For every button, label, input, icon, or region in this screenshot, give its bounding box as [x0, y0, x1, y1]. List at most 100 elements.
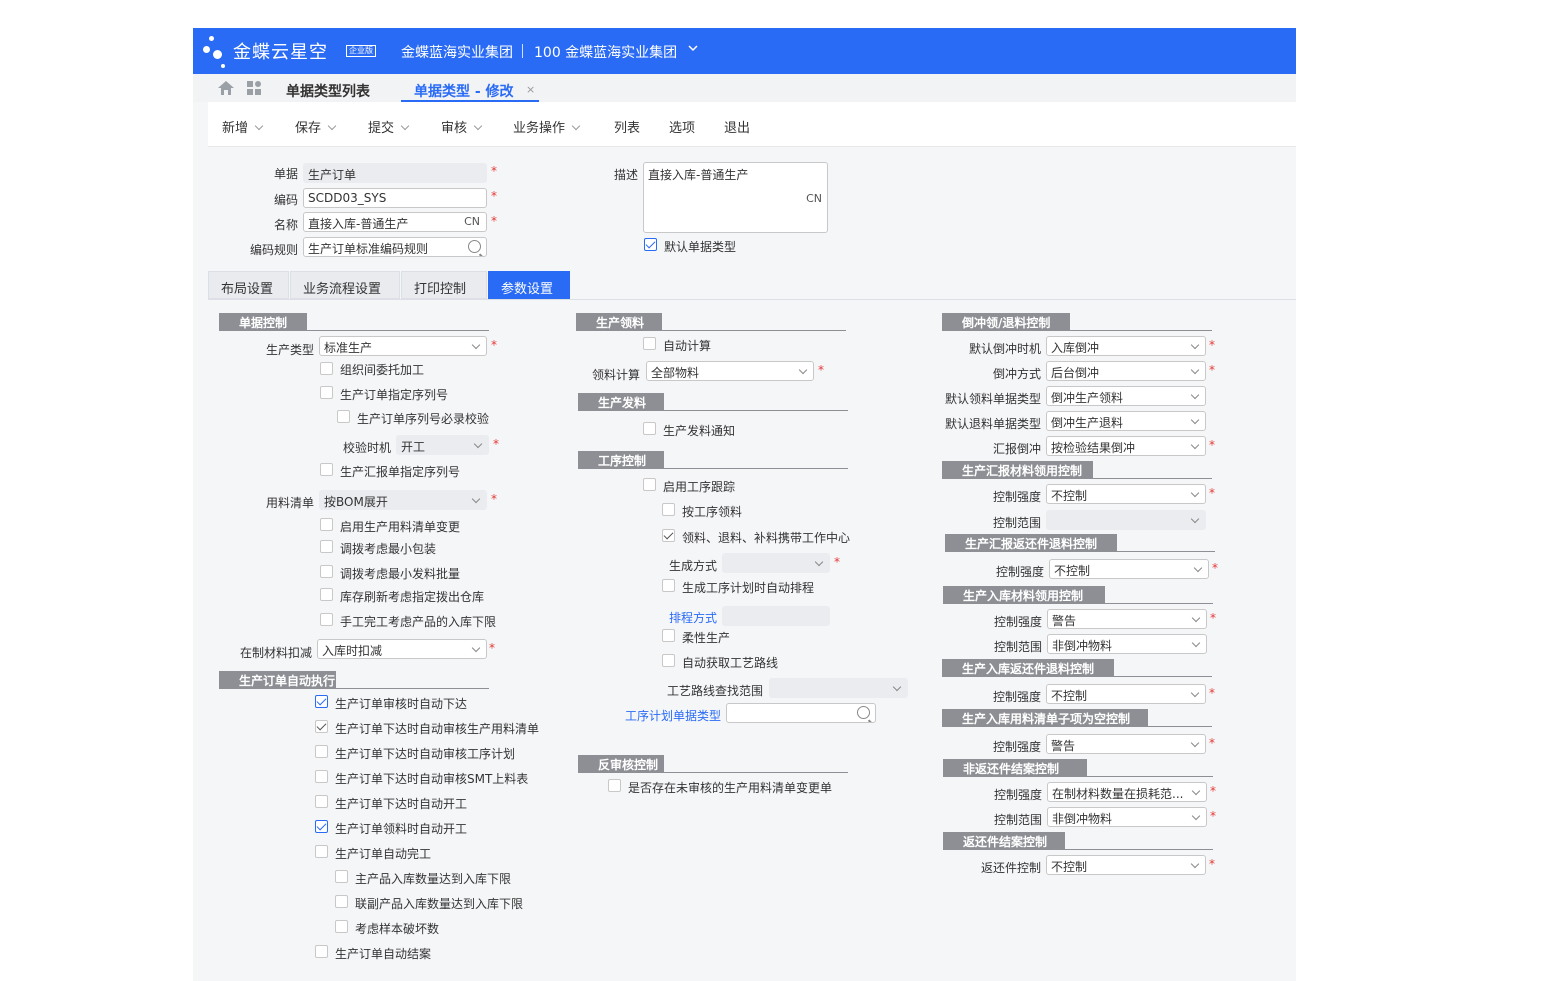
- refresh-checkbox[interactable]: [320, 588, 333, 601]
- nr-range-select[interactable]: 非倒冲物料: [1047, 807, 1207, 827]
- seq-check-label: 生产订单序列号必录校验: [357, 412, 490, 426]
- tab-print-control[interactable]: 打印控制: [401, 271, 487, 299]
- refresh-label: 库存刷新考虑指定拨出仓库: [340, 590, 485, 604]
- rule-field[interactable]: 生产订单标准编码规则: [303, 237, 487, 257]
- tab-workflow-settings[interactable]: 业务流程设置: [290, 271, 400, 299]
- chevron-down-icon: [471, 340, 481, 350]
- nr-range-label: 控制范围: [993, 813, 1042, 827]
- rc-select[interactable]: 不控制: [1046, 855, 1206, 875]
- required-mark: *: [818, 363, 824, 377]
- seq-check-checkbox[interactable]: [337, 410, 350, 423]
- op-track-label: 启用工序跟踪: [663, 480, 736, 494]
- unaudit-check-checkbox[interactable]: [608, 779, 621, 792]
- chevron-down-icon: [814, 557, 824, 567]
- bf-time-label: 默认倒冲时机: [968, 342, 1041, 356]
- language-tag[interactable]: CN: [806, 192, 822, 205]
- sample-damage-checkbox[interactable]: [335, 920, 348, 933]
- main-product-limit-checkbox[interactable]: [335, 870, 348, 883]
- byproduct-limit-checkbox[interactable]: [335, 895, 348, 908]
- auto-audit-bom-checkbox[interactable]: [315, 720, 328, 733]
- required-mark: *: [491, 338, 497, 352]
- ir-strength-select[interactable]: 不控制: [1046, 684, 1206, 704]
- auto-schedule-checkbox[interactable]: [662, 579, 675, 592]
- bf-report-select[interactable]: 按检验结果倒冲: [1046, 436, 1206, 456]
- auto-start-pick-label: 生产订单领料时自动开工: [335, 822, 468, 836]
- bf-pick-type-select[interactable]: 倒冲生产领料: [1046, 386, 1206, 406]
- form-content: 单据 生产订单 * 编码 SCDD03_SYS * 名称 直接入库-普通生产 CN…: [193, 28, 1296, 981]
- auto-close-checkbox[interactable]: [315, 945, 328, 958]
- bf-mode-select[interactable]: 后台倒冲: [1046, 361, 1206, 381]
- language-tag[interactable]: CN: [464, 215, 480, 228]
- sample-damage-label: 考虑样本破坏数: [355, 922, 440, 936]
- rm-strength-select[interactable]: 不控制: [1046, 484, 1206, 504]
- min-issue-checkbox[interactable]: [320, 565, 333, 578]
- chevron-down-icon: [798, 365, 808, 375]
- auto-audit-smt-checkbox[interactable]: [315, 770, 328, 783]
- auto-release-checkbox[interactable]: [315, 695, 328, 708]
- issue-notice-checkbox[interactable]: [643, 422, 656, 435]
- chevron-down-icon: [1190, 514, 1200, 524]
- bf-pick-type-label: 默认领料单据类型: [944, 392, 1041, 406]
- search-icon[interactable]: [468, 240, 481, 253]
- schedule-mode-field[interactable]: [722, 606, 830, 626]
- flexible-production-checkbox[interactable]: [662, 629, 675, 642]
- auto-finish-label: 生产订单自动完工: [335, 847, 432, 861]
- rr-strength-select[interactable]: 不控制: [1049, 559, 1209, 579]
- im-range-select[interactable]: 非倒冲物料: [1047, 634, 1207, 654]
- op-track-checkbox[interactable]: [643, 478, 656, 491]
- auto-audit-smt-label: 生产订单下达时自动审核SMT上料表: [335, 772, 529, 786]
- carry-workcenter-checkbox[interactable]: [662, 529, 675, 542]
- bf-time-select[interactable]: 入库倒冲: [1046, 336, 1206, 356]
- report-seq-checkbox[interactable]: [320, 463, 333, 476]
- required-mark: *: [1212, 561, 1218, 575]
- outsource-checkbox[interactable]: [320, 362, 333, 375]
- prod-type-select[interactable]: 标准生产: [319, 336, 487, 356]
- chevron-down-icon: [1190, 488, 1200, 498]
- auto-audit-op-label: 生产订单下达时自动审核工序计划: [335, 747, 516, 761]
- op-plan-type-link[interactable]: 工序计划单据类型: [593, 707, 721, 724]
- auto-close-label: 生产订单自动结案: [335, 947, 432, 961]
- rm-strength-label: 控制强度: [992, 490, 1041, 504]
- auto-audit-op-checkbox[interactable]: [315, 745, 328, 758]
- required-mark: *: [491, 189, 497, 203]
- tab-layout-settings[interactable]: 布局设置: [208, 271, 289, 299]
- im-strength-select[interactable]: 警告: [1047, 609, 1207, 629]
- op-pick-checkbox[interactable]: [662, 503, 675, 516]
- min-pack-checkbox[interactable]: [320, 540, 333, 553]
- op-plan-type-field[interactable]: [726, 703, 876, 723]
- code-label: 编码: [273, 193, 298, 207]
- pick-calc-select[interactable]: 全部物料: [646, 361, 814, 381]
- required-mark: *: [1209, 857, 1215, 871]
- wip-select[interactable]: 入库时扣减: [317, 639, 487, 659]
- bom-change-checkbox[interactable]: [320, 518, 333, 531]
- auto-finish-checkbox[interactable]: [315, 845, 328, 858]
- chevron-down-icon: [1190, 688, 1200, 698]
- tab-parameter-settings[interactable]: 参数设置: [488, 271, 570, 299]
- auto-release-label: 生产订单审核时自动下达: [335, 697, 468, 711]
- auto-start-pick-checkbox[interactable]: [315, 820, 328, 833]
- nr-strength-select[interactable]: 在制材料数量在损耗范...: [1047, 782, 1207, 802]
- auto-calc-checkbox[interactable]: [643, 337, 656, 350]
- name-field[interactable]: 直接入库-普通生产 CN: [303, 212, 487, 232]
- search-icon[interactable]: [857, 706, 870, 719]
- im-strength-label: 控制强度: [993, 615, 1042, 629]
- auto-route-checkbox[interactable]: [662, 654, 675, 667]
- order-seq-checkbox[interactable]: [320, 386, 333, 399]
- auto-start-release-checkbox[interactable]: [315, 795, 328, 808]
- description-textarea[interactable]: 直接入库-普通生产 CN: [643, 162, 828, 233]
- required-mark: *: [491, 214, 497, 228]
- route-range-select[interactable]: [769, 678, 908, 698]
- manual-finish-checkbox[interactable]: [320, 613, 333, 626]
- bf-return-type-select[interactable]: 倒冲生产退料: [1046, 411, 1206, 431]
- code-field[interactable]: SCDD03_SYS: [303, 188, 487, 208]
- default-type-checkbox[interactable]: [644, 238, 657, 251]
- chevron-down-icon: [471, 494, 481, 504]
- bom-label: 用料清单: [265, 496, 314, 510]
- gen-mode-select[interactable]: [722, 553, 830, 573]
- check-time-select[interactable]: 开工: [396, 435, 489, 455]
- schedule-mode-link[interactable]: 排程方式: [643, 609, 717, 626]
- ib-strength-select[interactable]: 警告: [1046, 734, 1206, 754]
- chevron-down-icon: [1190, 365, 1200, 375]
- rm-range-select[interactable]: [1046, 510, 1206, 530]
- bom-select[interactable]: 按BOM展开: [319, 490, 487, 510]
